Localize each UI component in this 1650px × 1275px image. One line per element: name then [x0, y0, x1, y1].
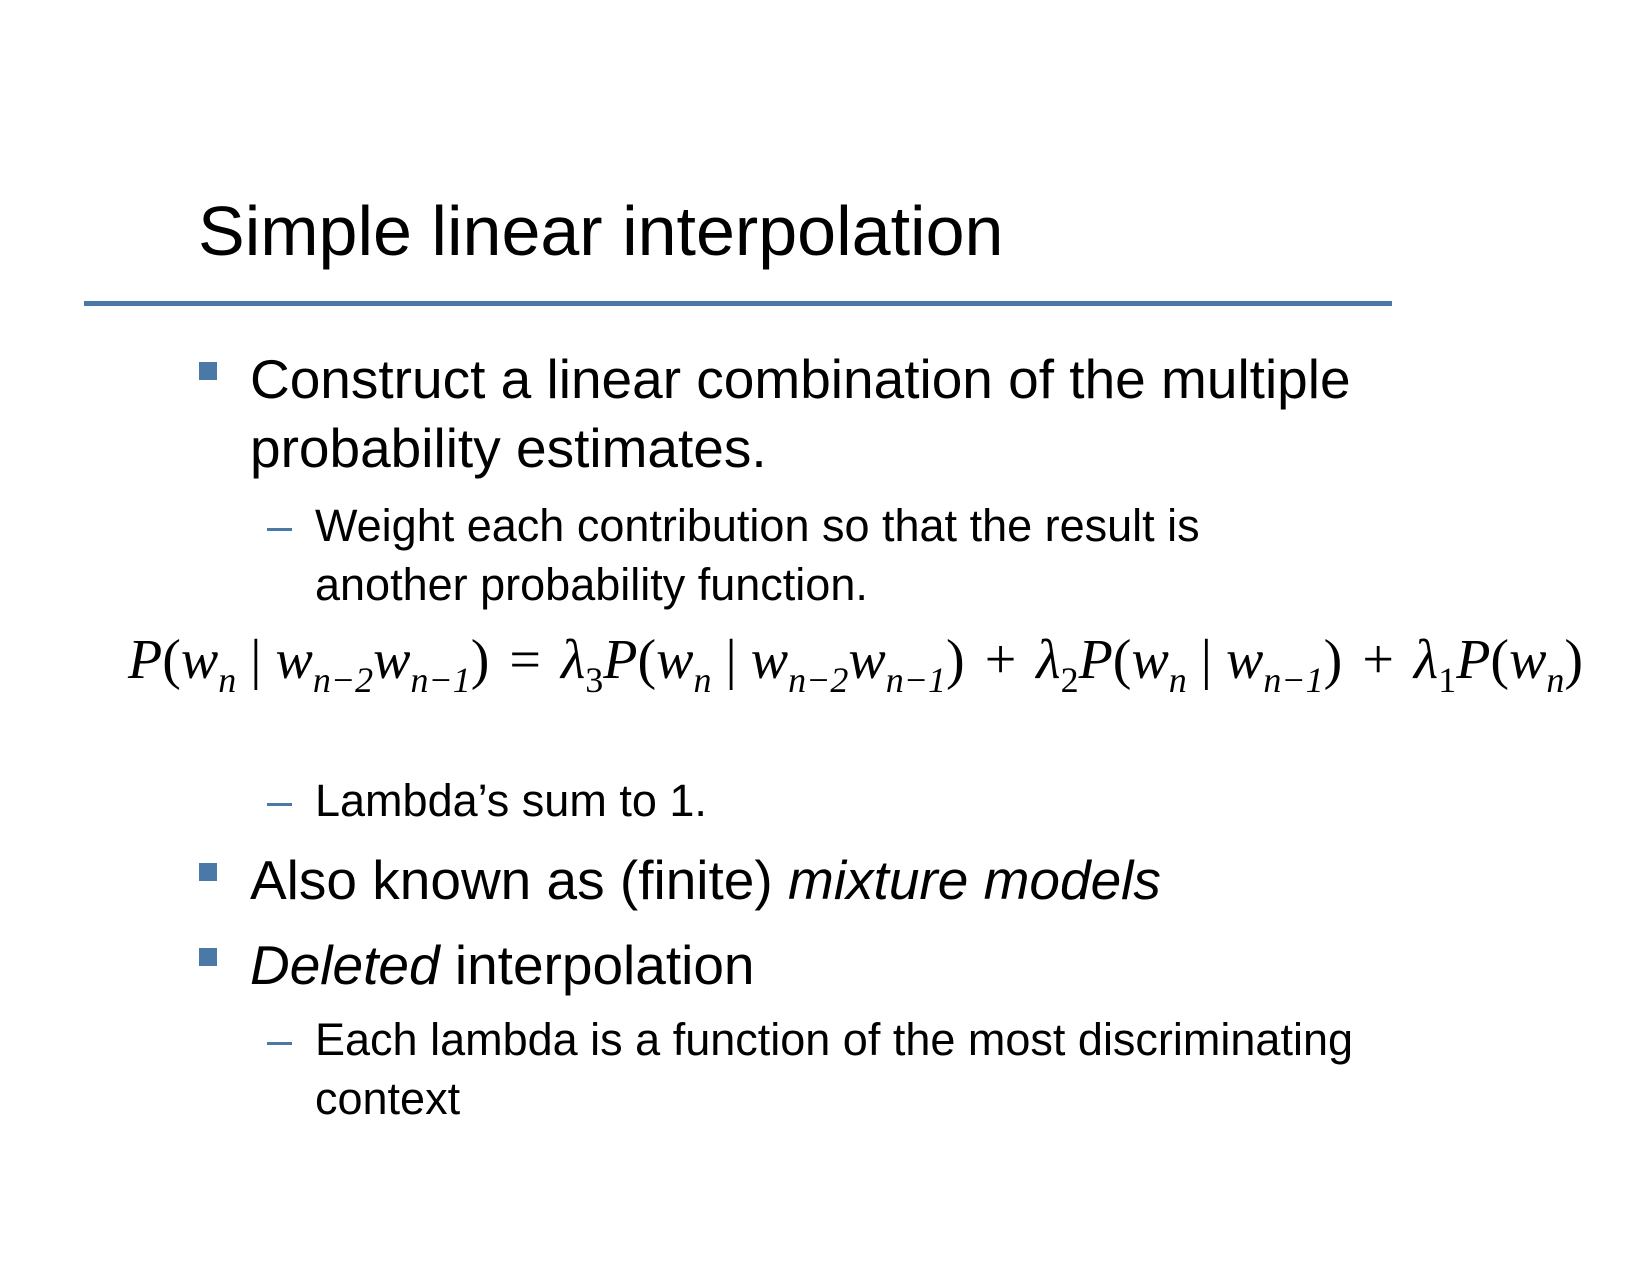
slide-title: Simple linear interpolation — [198, 192, 1004, 270]
formula-sub-n-minus-2: n−2 — [788, 660, 849, 700]
formula-bar: | — [725, 629, 737, 691]
formula-lambda: λ — [1413, 629, 1439, 691]
subbullet-lambda-function: – Each lambda is a function of the most … — [267, 1010, 1354, 1128]
subbullet-text-line1: Weight each contribution so that the res… — [315, 500, 1200, 551]
bullet-mixture-models: Also known as (finite) mixture models — [199, 846, 1161, 915]
formula-sub-n: n — [693, 660, 712, 700]
formula-plus: + — [984, 629, 1017, 691]
dash-bullet-icon: – — [267, 775, 293, 826]
square-bullet-icon — [199, 863, 217, 881]
bullet-text-italic: mixture models — [788, 849, 1161, 911]
formula-rparen: ) — [1564, 629, 1584, 691]
formula-w: w — [750, 629, 789, 691]
formula-sub-n: n — [218, 660, 237, 700]
formula-w: w — [1226, 629, 1264, 691]
square-bullet-icon — [199, 948, 217, 966]
bullet-text-plain: Also known as (finite) — [250, 849, 788, 911]
interpolation-formula: P(wn | wn−2wn−1) = λ3P(wn | wn−2wn−1) + … — [128, 629, 1584, 698]
formula-sub-n-minus-1: n−1 — [885, 660, 947, 700]
formula-sub-n: n — [1546, 660, 1565, 700]
formula-bar: | — [250, 629, 262, 691]
bullet-construct-linear-combination: Construct a linear combination of the mu… — [199, 345, 1351, 483]
formula-sub-n: n — [1168, 660, 1187, 700]
formula-w: w — [848, 629, 886, 691]
bullet-text-line1: Construct a linear combination of the mu… — [250, 348, 1351, 410]
formula-bar: | — [1200, 629, 1213, 691]
formula-sub-n-minus-1: n−1 — [1263, 660, 1324, 700]
formula-w: w — [1131, 629, 1169, 691]
formula-plus: + — [1362, 629, 1394, 691]
formula-sub-n-minus-2: n−2 — [312, 660, 374, 700]
subbullet-text-line1: Each lambda is a function of the most di… — [315, 1014, 1354, 1065]
formula-sub-3: 3 — [585, 660, 604, 700]
subbullet-text-line2: another probability function. — [315, 559, 868, 610]
formula-rparen: ) — [470, 629, 490, 691]
title-divider — [84, 301, 1392, 306]
bullet-deleted-interpolation: Deleted interpolation — [199, 931, 755, 1000]
formula-lparen: ( — [637, 629, 657, 691]
formula-w: w — [275, 629, 313, 691]
formula-equals: = — [509, 629, 542, 691]
formula-w: w — [656, 629, 694, 691]
bullet-text-plain: interpolation — [439, 934, 755, 996]
formula-sub-2: 2 — [1060, 660, 1079, 700]
bullet-text-line2: probability estimates. — [250, 417, 767, 479]
formula-P: P — [128, 629, 163, 691]
bullet-text-italic: Deleted — [250, 934, 440, 996]
formula-w: w — [1509, 629, 1547, 691]
formula-P: P — [603, 629, 638, 691]
formula-P: P — [1456, 629, 1491, 691]
formula-sub-1: 1 — [1438, 660, 1457, 700]
formula-sub-n-minus-1: n−1 — [410, 660, 471, 700]
formula-P: P — [1078, 629, 1113, 691]
subbullet-text-line2: context — [315, 1073, 461, 1124]
dash-bullet-icon: – — [267, 1014, 293, 1065]
formula-rparen: ) — [946, 629, 965, 691]
formula-rparen: ) — [1323, 629, 1343, 691]
formula-lparen: ( — [1490, 629, 1510, 691]
formula-w: w — [180, 629, 219, 691]
dash-bullet-icon: – — [267, 500, 293, 551]
subbullet-lambdas-sum: – Lambda’s sum to 1. — [267, 771, 707, 830]
formula-lambda: λ — [1036, 629, 1061, 691]
formula-lparen: ( — [1112, 629, 1132, 691]
formula-lparen: ( — [162, 629, 181, 691]
square-bullet-icon — [199, 362, 217, 380]
formula-w: w — [373, 629, 411, 691]
formula-lambda: λ — [561, 629, 586, 691]
subbullet-weight-contribution: – Weight each contribution so that the r… — [267, 496, 1200, 614]
subbullet-text: Lambda’s sum to 1. — [315, 775, 707, 826]
